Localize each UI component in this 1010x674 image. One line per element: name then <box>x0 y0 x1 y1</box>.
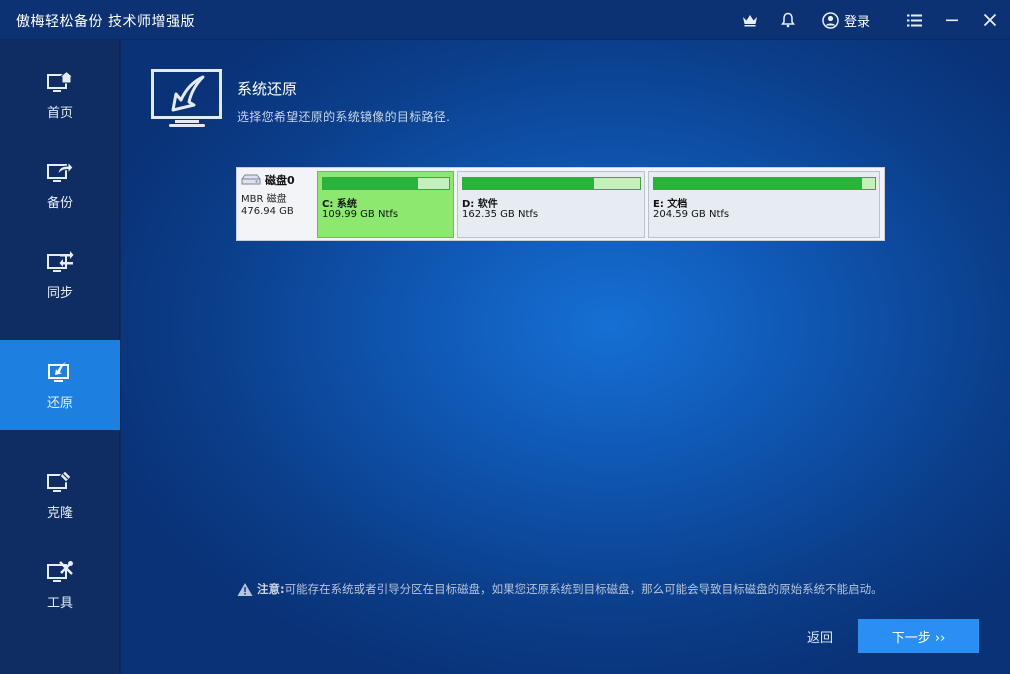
sidebar: 首页 备份 同步 还原 克隆 工具 <box>0 40 120 674</box>
minimize-icon[interactable] <box>942 10 962 30</box>
sidebar-item-tools[interactable]: 工具 <box>0 540 120 630</box>
home-monitor-icon <box>47 70 74 92</box>
sidebar-item-label: 工具 <box>46 595 73 611</box>
partition-name: E: 文档 <box>653 199 688 210</box>
usage-bar-fill <box>463 178 594 189</box>
notice-label: 注意: <box>257 582 285 596</box>
sidebar-item-clone[interactable]: 克隆 <box>0 450 120 540</box>
usage-bar-fill <box>654 178 862 189</box>
page-title: 系统还原 <box>237 80 298 98</box>
partition-e[interactable]: E: 文档 204.59 GB Ntfs <box>648 171 880 238</box>
title-bar: 傲梅轻松备份 技术师增强版 登录 <box>0 0 1010 40</box>
menu-icon[interactable] <box>904 10 924 30</box>
close-icon[interactable] <box>980 10 1000 30</box>
notice-text-wrap: 注意:可能存在系统或者引导分区在目标磁盘，如果您还原系统到目标磁盘，那么可能会导… <box>257 582 883 597</box>
warning-icon <box>237 583 253 596</box>
login-label: 登录 <box>844 14 871 30</box>
sidebar-item-label: 备份 <box>46 195 73 211</box>
next-button[interactable]: 下一步 ›› <box>858 619 979 653</box>
usage-bar <box>462 177 641 190</box>
partition-info: 162.35 GB Ntfs <box>462 209 539 220</box>
user-icon <box>822 11 839 29</box>
disk-info[interactable]: 磁盘0 MBR 磁盘 476.94 GB <box>241 172 315 236</box>
sidebar-item-home[interactable]: 首页 <box>0 50 120 140</box>
partition-name: C: 系统 <box>322 199 357 210</box>
main-panel: 系统还原 选择您希望还原的系统镜像的目标路径. 磁盘0 MBR 磁盘 476.9… <box>121 40 1010 674</box>
crown-icon[interactable] <box>740 10 760 30</box>
sidebar-item-label: 首页 <box>46 105 73 121</box>
login-button[interactable]: 登录 <box>822 10 870 30</box>
warning-notice: 注意:可能存在系统或者引导分区在目标磁盘，如果您还原系统到目标磁盘，那么可能会导… <box>237 582 897 597</box>
partition-name: D: 软件 <box>462 199 498 210</box>
partition-c[interactable]: C: 系统 109.99 GB Ntfs <box>317 171 454 238</box>
usage-bar-fill <box>323 178 418 189</box>
back-button[interactable]: 返回 <box>807 627 833 646</box>
sidebar-item-restore[interactable]: 还原 <box>0 340 120 430</box>
page-subtitle: 选择您希望还原的系统镜像的目标路径. <box>237 110 451 124</box>
partition-info: 204.59 GB Ntfs <box>653 209 730 220</box>
backup-monitor-icon <box>47 160 74 182</box>
partition-info: 109.99 GB Ntfs <box>322 209 399 220</box>
bell-icon[interactable] <box>778 10 798 30</box>
disk-icon <box>241 174 261 185</box>
system-restore-icon <box>151 69 222 127</box>
sync-monitor-icon <box>47 250 74 272</box>
sidebar-item-label: 克隆 <box>46 505 73 521</box>
disk-size: 476.94 GB <box>241 206 294 217</box>
sidebar-item-label: 同步 <box>46 285 73 301</box>
tools-monitor-icon <box>47 560 73 582</box>
app-title: 傲梅轻松备份 技术师增强版 <box>16 14 195 30</box>
usage-bar <box>653 177 876 190</box>
clone-monitor-icon <box>47 469 72 492</box>
partition-d[interactable]: D: 软件 162.35 GB Ntfs <box>457 171 645 238</box>
disk-name: 磁盘0 <box>265 174 295 187</box>
sidebar-item-backup[interactable]: 备份 <box>0 140 120 230</box>
notice-text: 可能存在系统或者引导分区在目标磁盘，如果您还原系统到目标磁盘，那么可能会导致目标… <box>284 582 883 596</box>
disk-map: 磁盘0 MBR 磁盘 476.94 GB C: 系统 109.99 GB Ntf… <box>236 167 885 241</box>
usage-bar <box>322 177 450 190</box>
restore-monitor-icon <box>48 361 69 382</box>
sidebar-item-sync[interactable]: 同步 <box>0 230 120 320</box>
sidebar-item-label: 还原 <box>46 395 73 411</box>
disk-type: MBR 磁盘 <box>241 194 287 205</box>
